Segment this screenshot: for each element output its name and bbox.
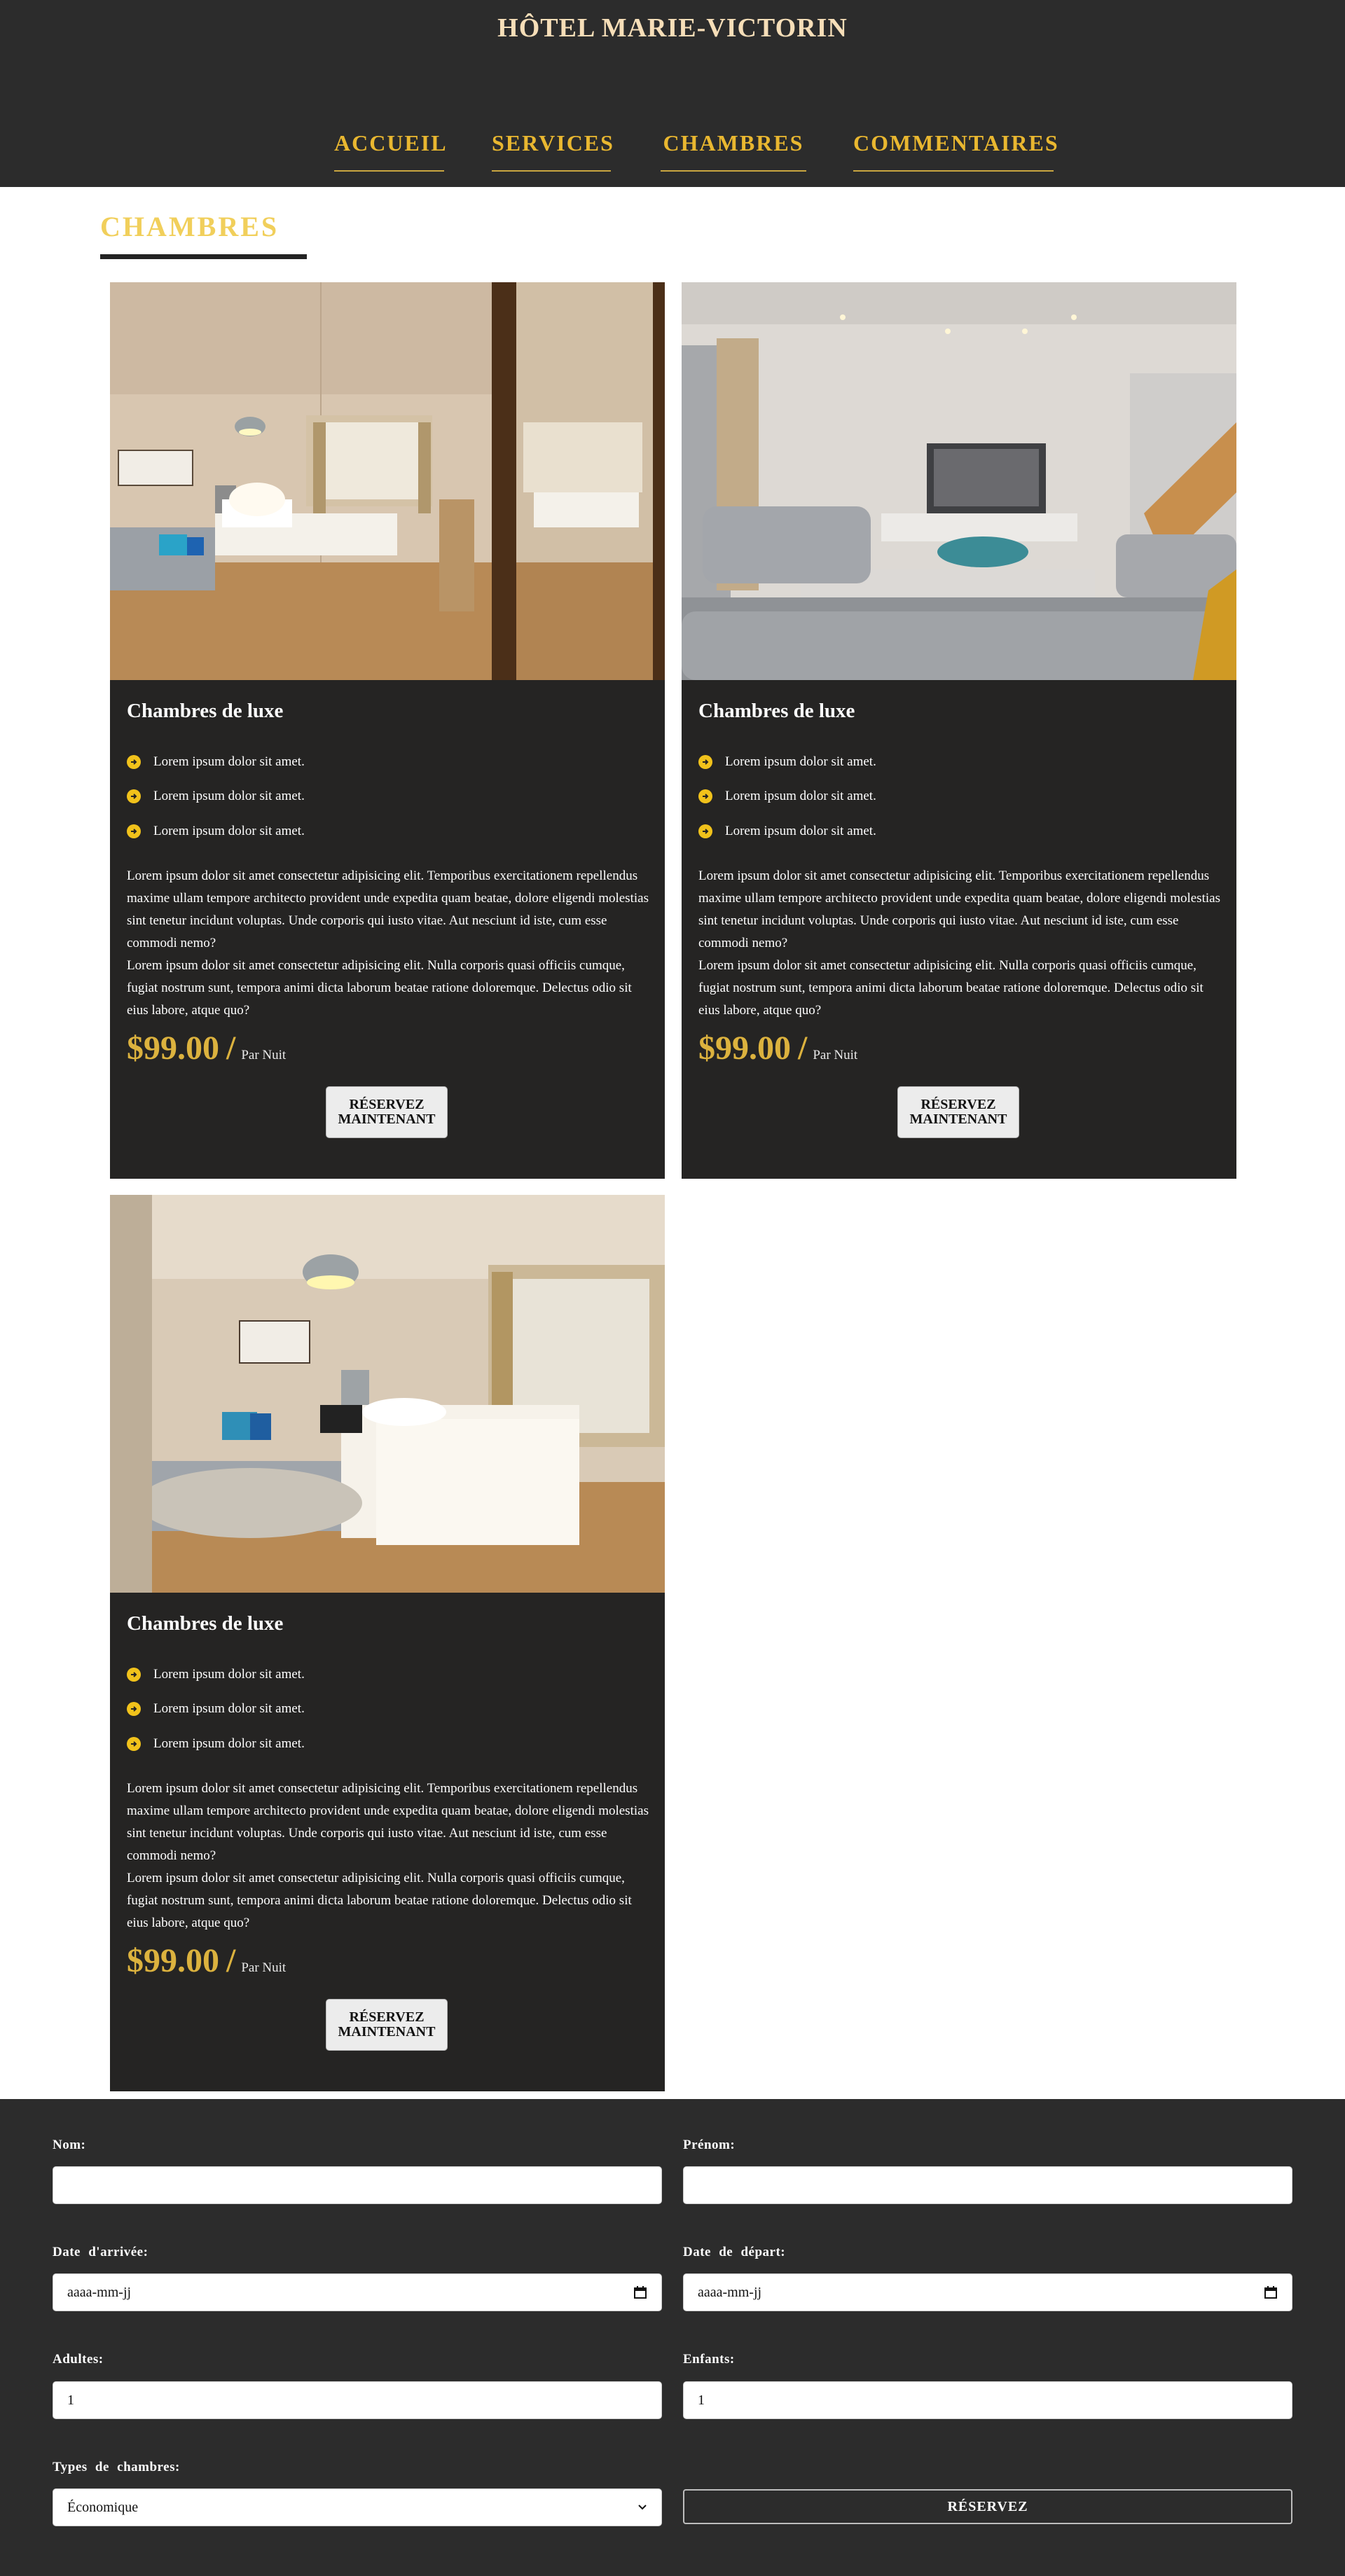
- feature-text: Lorem ipsum dolor sit amet.: [153, 1667, 305, 1682]
- arrow-right-circle-icon: [127, 1702, 141, 1716]
- price-slash: /: [226, 1030, 236, 1067]
- reserve-submit-button[interactable]: RÉSERVEZ: [683, 2489, 1292, 2524]
- feature-text: Lorem ipsum dolor sit amet.: [153, 1736, 305, 1751]
- site-header: HÔTEL MARIE-VICTORIN ACCUEIL SERVICES CH…: [0, 0, 1345, 187]
- prenom-field[interactable]: [683, 2166, 1292, 2204]
- price-value: $99.00: [127, 1030, 219, 1067]
- price-value: $99.00: [698, 1030, 791, 1067]
- room-description: Lorem ipsum dolor sit amet consectetur a…: [698, 865, 1225, 1022]
- calendar-icon[interactable]: [1264, 2285, 1278, 2299]
- site-title: HÔTEL MARIE-VICTORIN: [497, 13, 848, 43]
- room-description-p1: Lorem ipsum dolor sit amet consectetur a…: [127, 868, 649, 950]
- feature-text: Lorem ipsum dolor sit amet.: [725, 789, 876, 803]
- feature-text: Lorem ipsum dolor sit amet.: [725, 754, 876, 769]
- feature-item: Lorem ipsum dolor sit amet.: [127, 754, 305, 770]
- room-price: $99.00 / Par Nuit: [127, 1029, 286, 1067]
- arrivee-label: Date d'arrivée:: [53, 2245, 149, 2259]
- feature-text: Lorem ipsum dolor sit amet.: [725, 824, 876, 838]
- room-description-p1: Lorem ipsum dolor sit amet consectetur a…: [698, 868, 1220, 950]
- prenom-label: Prénom:: [683, 2138, 736, 2152]
- enfants-label: Enfants:: [683, 2352, 735, 2367]
- price-value: $99.00: [127, 1942, 219, 1979]
- room-description-p2: Lorem ipsum dolor sit amet consectetur a…: [127, 1871, 632, 1930]
- feature-item: Lorem ipsum dolor sit amet.: [127, 823, 305, 840]
- feature-item: Lorem ipsum dolor sit amet.: [127, 1666, 305, 1683]
- nom-field[interactable]: [53, 2166, 662, 2204]
- feature-text: Lorem ipsum dolor sit amet.: [153, 1701, 305, 1716]
- arrow-right-circle-icon: [698, 824, 712, 838]
- feature-item: Lorem ipsum dolor sit amet.: [127, 788, 305, 805]
- types-label: Types de chambres:: [53, 2460, 180, 2474]
- feature-text: Lorem ipsum dolor sit amet.: [153, 824, 305, 838]
- room-card: Chambres de luxe Lorem ipsum dolor sit a…: [110, 1195, 665, 2091]
- room-card: Chambres de luxe Lorem ipsum dolor sit a…: [110, 282, 665, 1179]
- price-unit: Par Nuit: [813, 1048, 858, 1062]
- room-title: Chambres de luxe: [698, 700, 855, 722]
- chevron-down-icon: [638, 2505, 647, 2510]
- arrow-right-circle-icon: [698, 789, 712, 803]
- section-title: CHAMBRES: [100, 211, 280, 242]
- feature-item: Lorem ipsum dolor sit amet.: [127, 1701, 305, 1717]
- feature-text: Lorem ipsum dolor sit amet.: [153, 754, 305, 769]
- arrow-right-circle-icon: [127, 1737, 141, 1751]
- section-title-underline: [100, 254, 307, 259]
- adultes-field[interactable]: 1: [53, 2381, 662, 2419]
- reserve-now-button[interactable]: RÉSERVEZ MAINTENANT: [326, 1086, 448, 1138]
- room-description-p2: Lorem ipsum dolor sit amet consectetur a…: [127, 958, 632, 1018]
- feature-item: Lorem ipsum dolor sit amet.: [698, 754, 876, 770]
- arrivee-date-value: aaaa-mm-jj: [67, 2284, 132, 2300]
- room-title: Chambres de luxe: [127, 700, 284, 722]
- price-slash: /: [798, 1030, 808, 1067]
- room-description-p1: Lorem ipsum dolor sit amet consectetur a…: [127, 1781, 649, 1863]
- room-type-select[interactable]: Économique: [53, 2488, 662, 2526]
- nav-chambres[interactable]: CHAMBRES: [661, 130, 806, 172]
- reserve-now-button[interactable]: RÉSERVEZ MAINTENANT: [897, 1086, 1019, 1138]
- room-photo: [110, 282, 665, 680]
- adultes-label: Adultes:: [53, 2352, 104, 2367]
- nav-accueil[interactable]: ACCUEIL: [334, 130, 446, 172]
- room-description: Lorem ipsum dolor sit amet consectetur a…: [127, 865, 654, 1022]
- room-card: Chambres de luxe Lorem ipsum dolor sit a…: [682, 282, 1236, 1179]
- depart-date-field[interactable]: aaaa-mm-jj: [683, 2273, 1292, 2311]
- room-description: Lorem ipsum dolor sit amet consectetur a…: [127, 1778, 654, 1934]
- feature-item: Lorem ipsum dolor sit amet.: [127, 1736, 305, 1752]
- arrow-right-circle-icon: [127, 824, 141, 838]
- feature-text: Lorem ipsum dolor sit amet.: [153, 789, 305, 803]
- nav-commentaires[interactable]: COMMENTAIRES: [853, 130, 1058, 172]
- nav-services[interactable]: SERVICES: [492, 130, 613, 172]
- room-description-p2: Lorem ipsum dolor sit amet consectetur a…: [698, 958, 1203, 1018]
- calendar-icon[interactable]: [633, 2285, 647, 2299]
- price-unit: Par Nuit: [241, 1048, 287, 1062]
- price-slash: /: [226, 1942, 236, 1979]
- room-photo: [682, 282, 1236, 680]
- nom-label: Nom:: [53, 2138, 86, 2152]
- feature-item: Lorem ipsum dolor sit amet.: [698, 788, 876, 805]
- depart-label: Date de départ:: [683, 2245, 786, 2259]
- arrow-right-circle-icon: [127, 1668, 141, 1682]
- arrow-right-circle-icon: [698, 755, 712, 769]
- feature-item: Lorem ipsum dolor sit amet.: [698, 823, 876, 840]
- room-price: $99.00 / Par Nuit: [127, 1941, 286, 1980]
- reserve-now-button[interactable]: RÉSERVEZ MAINTENANT: [326, 1999, 448, 2051]
- enfants-field[interactable]: 1: [683, 2381, 1292, 2419]
- arrivee-date-field[interactable]: aaaa-mm-jj: [53, 2273, 662, 2311]
- room-price: $99.00 / Par Nuit: [698, 1029, 857, 1067]
- arrow-right-circle-icon: [127, 789, 141, 803]
- room-type-value: Économique: [67, 2499, 139, 2515]
- room-photo: [110, 1195, 665, 1593]
- depart-date-value: aaaa-mm-jj: [698, 2284, 762, 2300]
- price-unit: Par Nuit: [241, 1960, 287, 1975]
- room-title: Chambres de luxe: [127, 1612, 284, 1635]
- arrow-right-circle-icon: [127, 755, 141, 769]
